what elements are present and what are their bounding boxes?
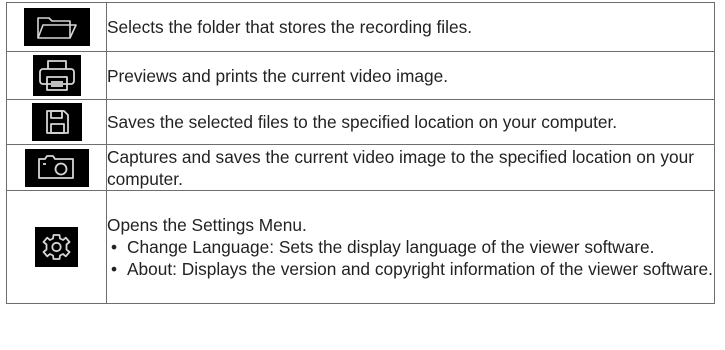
table-row: Previews and prints the current video im…	[6, 51, 715, 100]
list-item: • About: Displays the version and copyri…	[107, 258, 714, 280]
bullet-text: Change Language: Sets the display langua…	[127, 237, 655, 257]
icon-reference-table: Selects the folder that stores the recor…	[6, 2, 715, 304]
icon-cell	[6, 51, 107, 100]
gear-icon	[35, 227, 78, 267]
icon-cell	[6, 190, 107, 304]
list-item: • Change Language: Sets the display lang…	[107, 236, 714, 258]
bullet-text: About: Displays the version and copyrigh…	[127, 259, 713, 279]
description-camera: Captures and saves the current video ima…	[106, 144, 715, 191]
folder-icon	[23, 8, 90, 46]
table-row: Saves the selected files to the specifie…	[6, 99, 715, 145]
description-printer: Previews and prints the current video im…	[106, 51, 715, 100]
camera-icon	[24, 148, 89, 187]
table-row: Selects the folder that stores the recor…	[6, 2, 715, 52]
floppy-disk-icon	[31, 103, 82, 141]
description-folder: Selects the folder that stores the recor…	[106, 2, 715, 52]
settings-bullet-list: • Change Language: Sets the display lang…	[107, 236, 714, 280]
icon-cell	[6, 2, 107, 52]
bullet-glyph: •	[111, 237, 118, 257]
settings-intro: Opens the Settings Menu.	[107, 215, 307, 235]
table-row: Opens the Settings Menu. • Change Langua…	[6, 190, 715, 304]
bullet-glyph: •	[111, 259, 118, 279]
icon-cell	[6, 99, 107, 145]
description-settings: Opens the Settings Menu. • Change Langua…	[106, 190, 715, 304]
description-floppy-disk: Saves the selected files to the specifie…	[106, 99, 715, 145]
icon-cell	[6, 144, 107, 191]
table-row: Captures and saves the current video ima…	[6, 144, 715, 191]
printer-icon	[32, 55, 81, 96]
